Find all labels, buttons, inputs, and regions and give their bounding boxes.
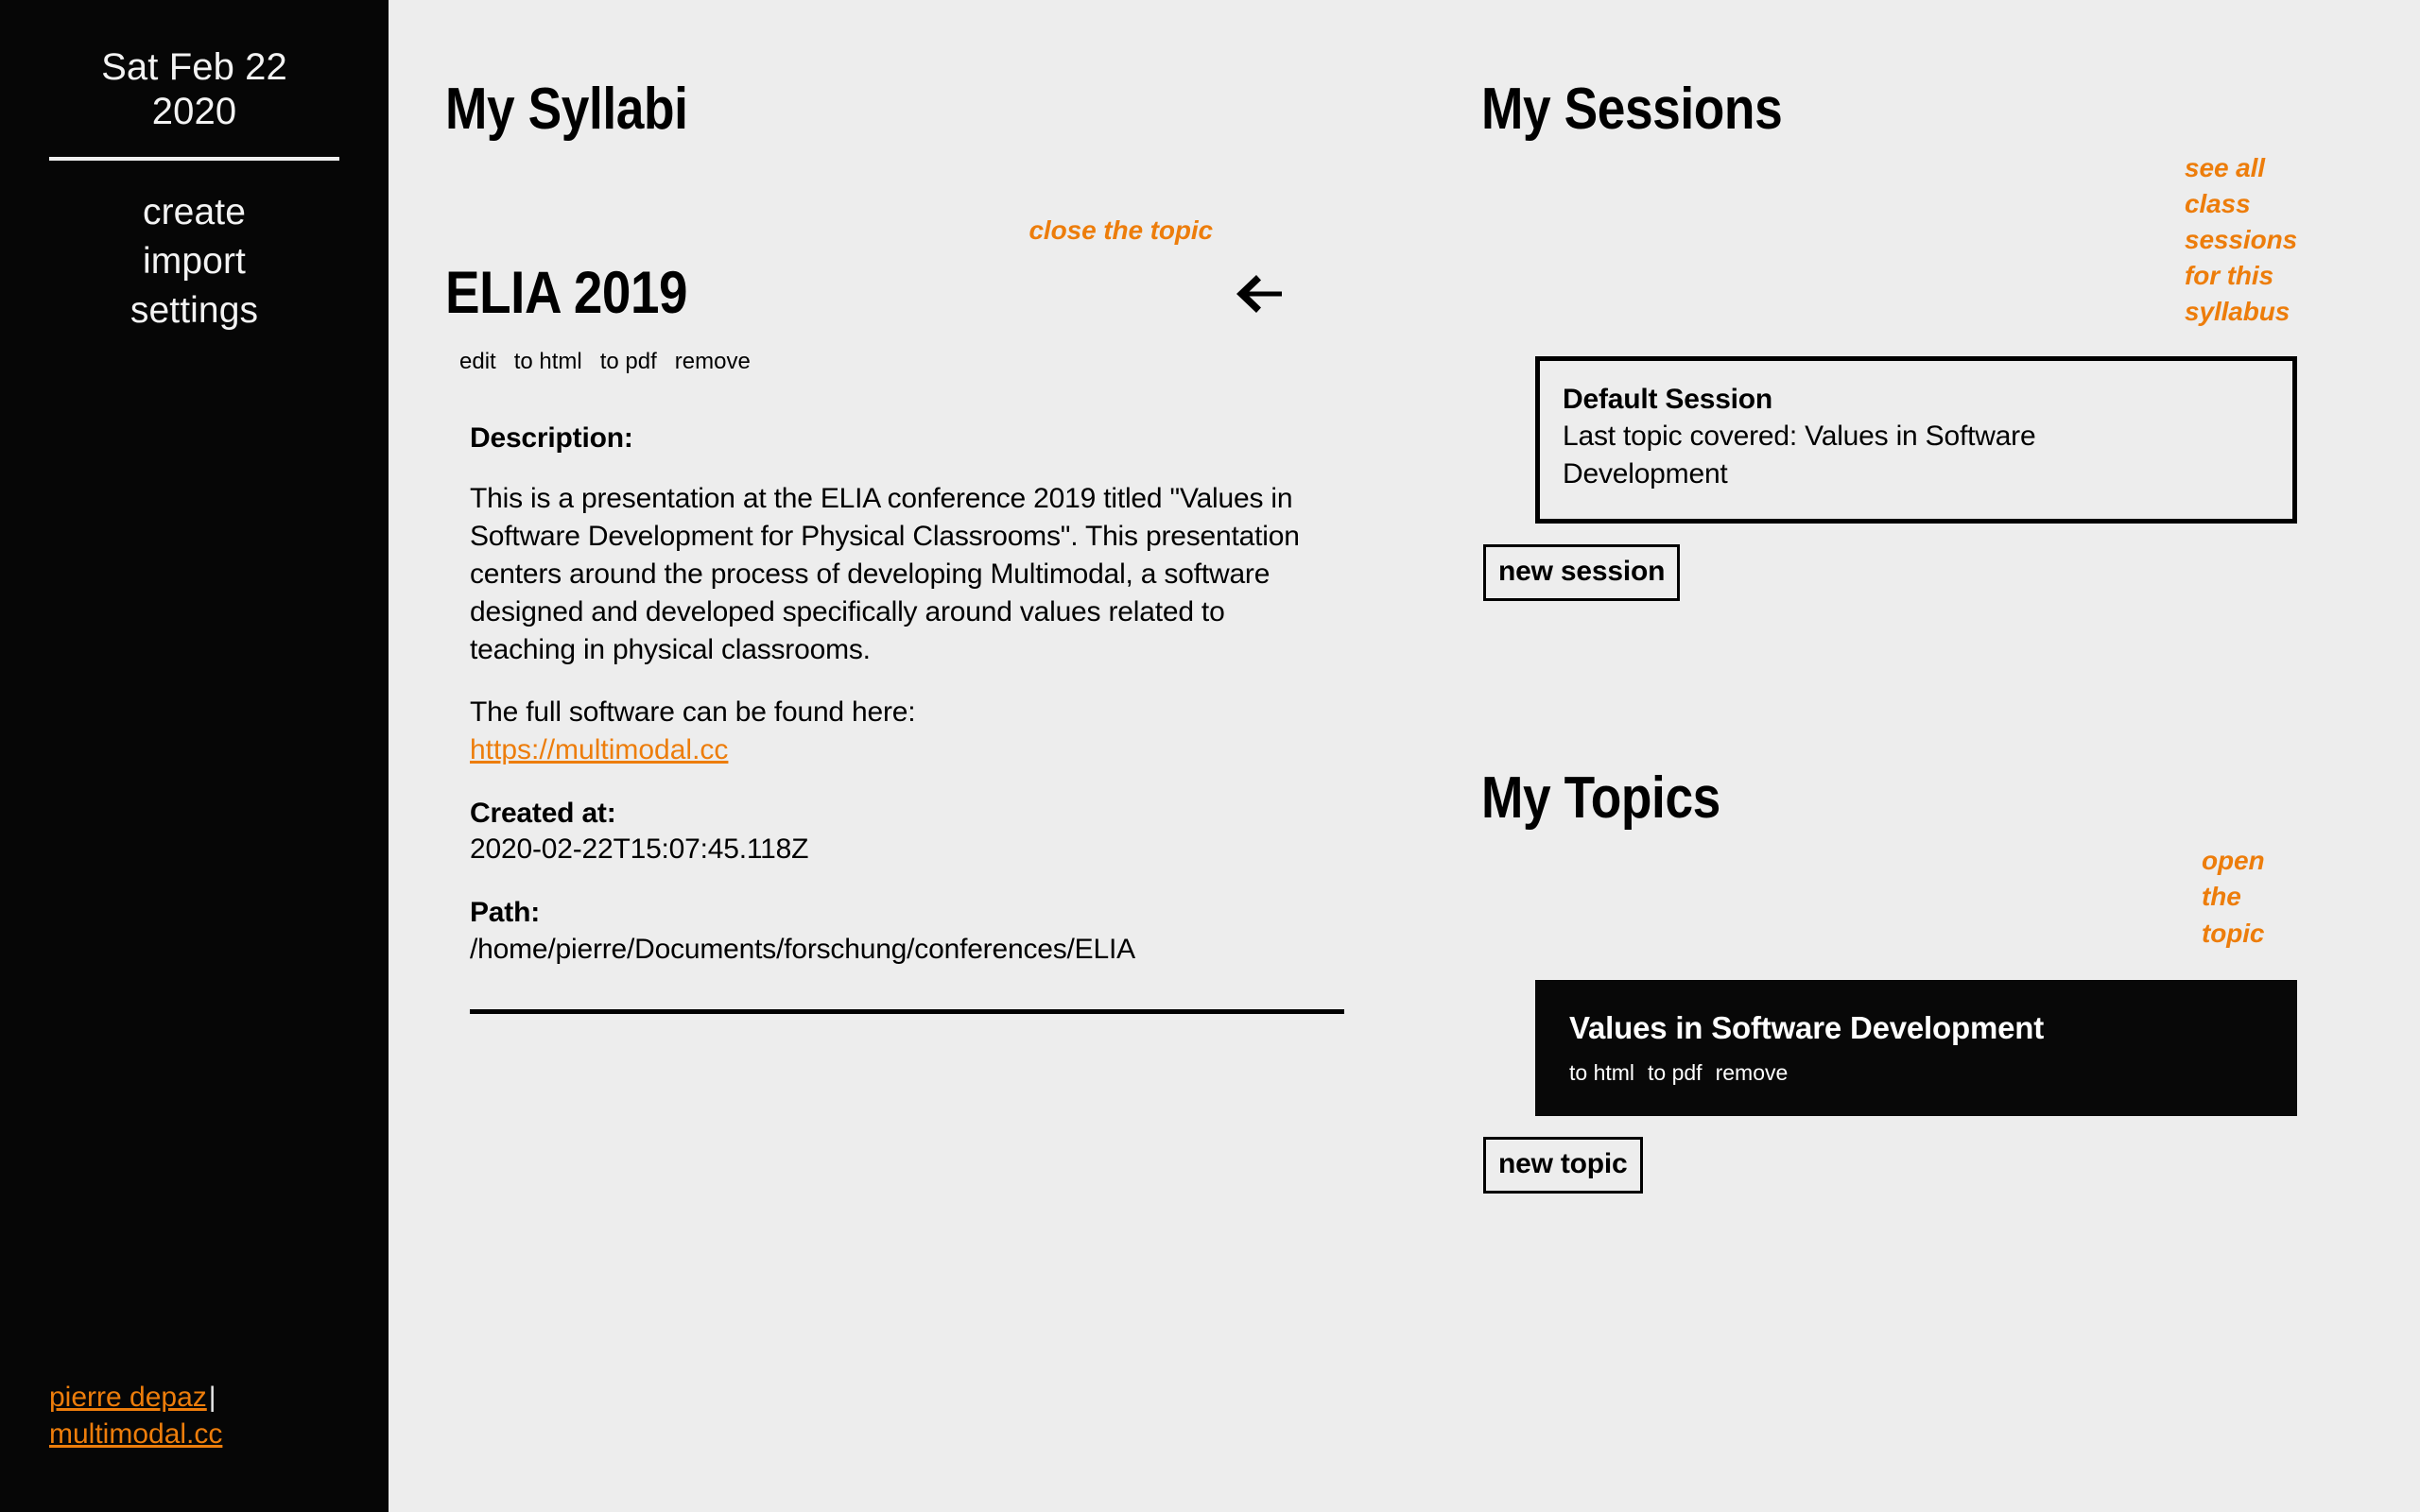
new-topic-button[interactable]: new topic (1483, 1137, 1643, 1194)
sidebar-item-create[interactable]: create (143, 189, 246, 236)
footer-site-link[interactable]: multimodal.cc (49, 1418, 222, 1450)
path-group: Path: /home/pierre/Documents/forschung/c… (470, 895, 1302, 968)
footer-separator: | (208, 1381, 216, 1413)
created-at-label: Created at: (470, 797, 616, 829)
sidebar-footer: pierre depaz| multimodal.cc (49, 1379, 222, 1453)
close-topic-hint-row: close the topic (445, 213, 1400, 249)
sessions-hint-block: see all class sessions for this syllabus (1481, 150, 2297, 330)
syllabi-column: My Syllabi close the topic ELIA 2019 edi… (389, 0, 1400, 1512)
sidebar-item-settings[interactable]: settings (130, 287, 258, 335)
page-title-syllabi: My Syllabi (445, 77, 688, 142)
session-card-title: Default Session (1563, 384, 1773, 416)
topic-card-title: Values in Software Development (1569, 1009, 2044, 1045)
new-session-button[interactable]: new session (1483, 544, 1681, 602)
topic-action-to-pdf[interactable]: to pdf (1648, 1060, 1703, 1086)
path-label: Path: (470, 897, 541, 928)
path-value: /home/pierre/Documents/forschung/confere… (470, 933, 1135, 965)
topic-card-actions: to html to pdf remove (1569, 1060, 2263, 1086)
link-intro-text: The full software can be found here: (470, 696, 916, 728)
syllabus-header: ELIA 2019 (445, 264, 1304, 323)
app-root: Sat Feb 22 2020 create import settings p… (0, 0, 2420, 1512)
syllabus-action-to-pdf[interactable]: to pdf (600, 349, 657, 376)
multimodal-link[interactable]: https://multimodal.cc (470, 734, 728, 765)
arrow-left-icon[interactable] (1230, 269, 1288, 318)
description-label: Description: (470, 421, 633, 454)
sidebar: Sat Feb 22 2020 create import settings p… (0, 0, 389, 1512)
syllabus-detail-body: Description: This is a presentation at t… (470, 421, 1302, 969)
see-all-sessions-hint[interactable]: see all class sessions for this syllabus (2185, 150, 2297, 330)
syllabus-action-remove[interactable]: remove (675, 349, 751, 376)
page-title-sessions: My Sessions (1481, 77, 1783, 142)
syllabus-title: ELIA 2019 (445, 260, 688, 327)
topics-section: My Topics open the topic Values in Softw… (1481, 765, 2298, 1194)
topic-card[interactable]: Values in Software Development to html t… (1535, 979, 2298, 1117)
sidebar-divider (49, 157, 339, 162)
topic-action-to-html[interactable]: to html (1569, 1060, 1634, 1086)
description-text: This is a presentation at the ELIA confe… (470, 483, 1300, 665)
session-card[interactable]: Default Session Last topic covered: Valu… (1535, 356, 2298, 524)
sessions-topics-column: My Sessions see all class sessions for t… (1400, 0, 2420, 1512)
page-title-topics: My Topics (1481, 765, 1720, 832)
footer-author-link[interactable]: pierre depaz (49, 1382, 207, 1413)
created-at-group: Created at: 2020-02-22T15:07:45.118Z (470, 796, 1302, 868)
syllabus-detail-divider (470, 1009, 1344, 1015)
close-topic-hint[interactable]: close the topic (1028, 213, 1213, 249)
syllabus-action-edit[interactable]: edit (459, 349, 496, 376)
syllabus-action-links: edit to html to pdf remove (459, 349, 1400, 376)
topics-hint-block: open the topic (1481, 843, 2297, 951)
current-date: Sat Feb 22 2020 (101, 46, 287, 133)
main-content: My Syllabi close the topic ELIA 2019 edi… (389, 0, 2420, 1512)
syllabus-action-to-html[interactable]: to html (514, 349, 582, 376)
open-topic-hint[interactable]: open the topic (2202, 843, 2297, 951)
session-card-subtitle: Last topic covered: Values in Software D… (1563, 421, 2036, 490)
sidebar-item-import[interactable]: import (143, 238, 246, 285)
sidebar-nav: create import settings (49, 189, 339, 335)
created-at-value: 2020-02-22T15:07:45.118Z (470, 833, 809, 866)
topic-action-remove[interactable]: remove (1716, 1060, 1789, 1086)
